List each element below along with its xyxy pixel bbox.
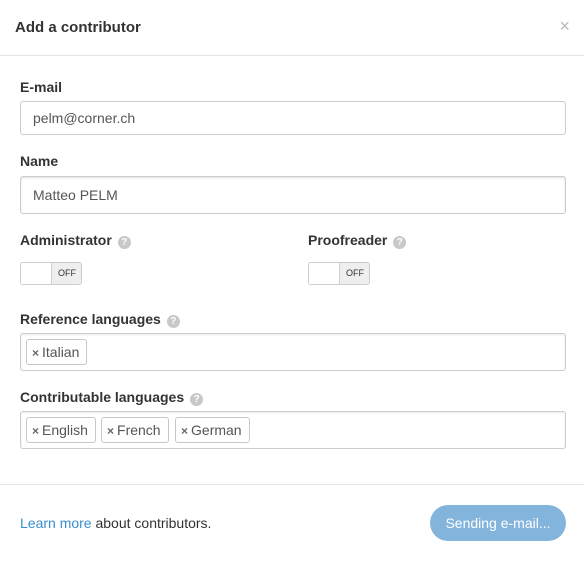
administrator-label-text: Administrator [20, 232, 112, 248]
name-label: Name [20, 153, 59, 169]
reference-languages-label: Reference languages? [20, 311, 180, 328]
language-tag-label: German [191, 422, 242, 438]
proofreader-label-text: Proofreader [308, 232, 388, 248]
help-icon[interactable]: ? [166, 315, 180, 328]
proofreader-toggle[interactable]: OFF [308, 262, 370, 285]
language-tag: × French [101, 417, 169, 443]
add-contributor-dialog: Add a contributor × E-mail Name Administ… [0, 0, 584, 561]
toggle-off-label: OFF [340, 263, 369, 284]
remove-tag-icon[interactable]: × [107, 419, 114, 443]
language-tag: × Italian [26, 339, 88, 365]
language-tag-label: Italian [42, 344, 80, 360]
learn-more-text: Learn more about contributors. [20, 515, 211, 531]
dialog-title: Add a contributor [15, 19, 141, 36]
email-label: E-mail [20, 79, 63, 95]
language-tag-label: English [42, 422, 88, 438]
learn-more-link[interactable]: Learn more [20, 515, 92, 531]
toggle-off-label: OFF [52, 263, 81, 284]
toggle-knob [21, 263, 52, 284]
name-field[interactable] [20, 176, 566, 214]
administrator-label: Administrator? [20, 232, 131, 249]
remove-tag-icon[interactable]: × [181, 419, 188, 443]
language-tag-label: French [117, 422, 161, 438]
toggle-knob [309, 263, 340, 284]
email-field[interactable] [20, 101, 566, 135]
close-icon[interactable]: × [559, 17, 570, 35]
help-icon[interactable]: ? [393, 236, 407, 249]
dialog-footer: Learn more about contributors. Sending e… [0, 484, 584, 561]
contributable-languages-label-text: Contributable languages [20, 389, 185, 405]
remove-tag-icon[interactable]: × [32, 419, 39, 443]
learn-more-suffix: about contributors. [91, 515, 212, 531]
help-icon[interactable]: ? [190, 393, 204, 406]
remove-tag-icon[interactable]: × [32, 341, 39, 365]
language-tag: × English [26, 417, 96, 443]
help-icon[interactable]: ? [117, 236, 131, 249]
reference-languages-label-text: Reference languages [20, 311, 161, 327]
proofreader-label: Proofreader? [308, 232, 407, 249]
contributable-languages-label: Contributable languages? [20, 389, 204, 406]
reference-languages-input[interactable]: × Italian [20, 333, 566, 371]
send-email-button[interactable]: Sending e-mail... [430, 505, 566, 541]
administrator-toggle[interactable]: OFF [20, 262, 82, 285]
language-tag: × German [175, 417, 250, 443]
dialog-header: Add a contributor × [0, 0, 584, 56]
contributable-languages-input[interactable]: × English × French × German [20, 411, 566, 449]
